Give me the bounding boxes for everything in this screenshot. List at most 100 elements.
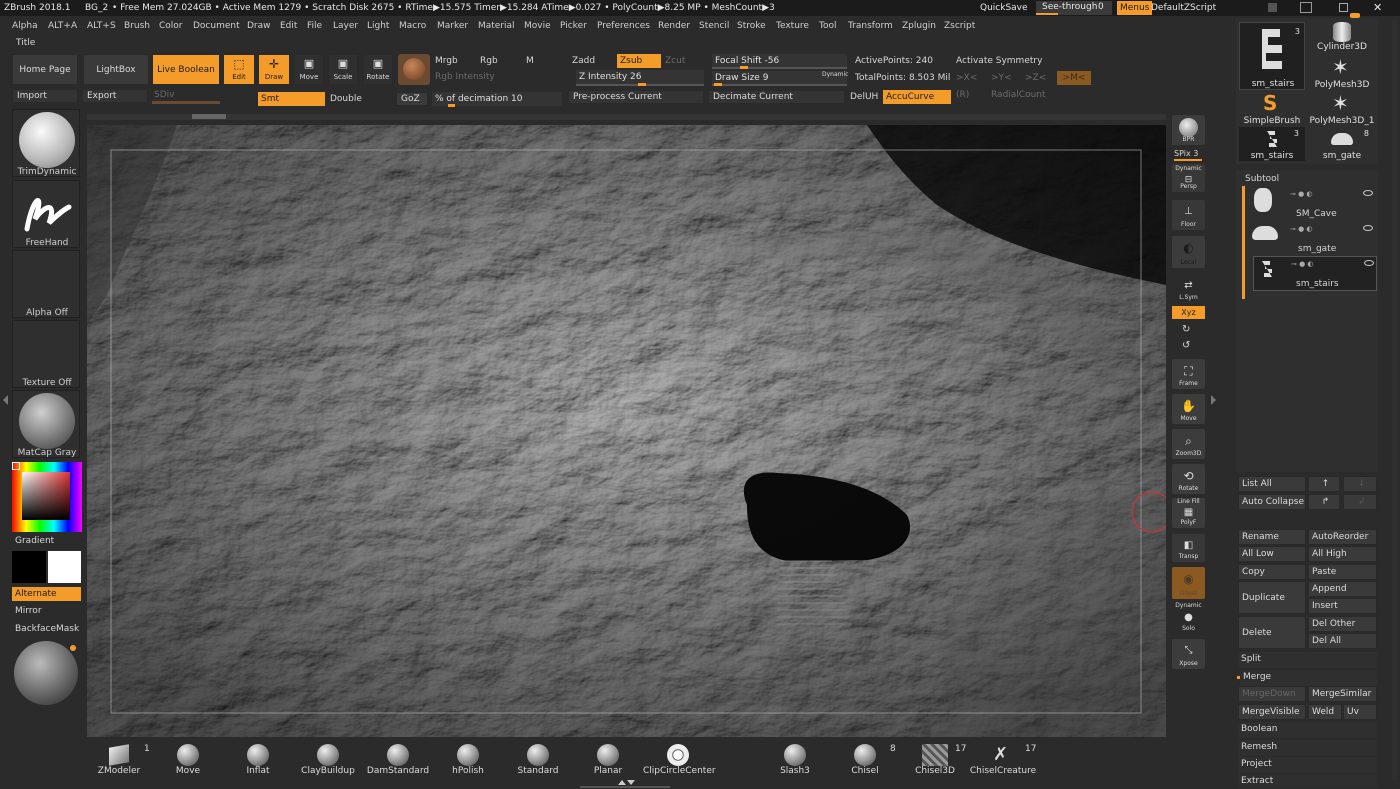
brush-chisel[interactable]: 8 Chisel <box>830 742 900 782</box>
lightbox-button[interactable]: LightBox <box>83 54 149 85</box>
palette-icon[interactable] <box>1300 2 1312 13</box>
menu-file[interactable]: File <box>307 18 322 35</box>
mrgb-button[interactable]: Mrgb <box>435 56 458 66</box>
copy-button[interactable]: Copy <box>1238 564 1306 580</box>
transp-button[interactable]: ◧ Transp <box>1172 534 1205 562</box>
home-page-button[interactable]: Home Page <box>12 54 78 85</box>
delete-button[interactable]: Delete <box>1238 616 1306 649</box>
smt-toggle[interactable]: Smt <box>258 92 325 106</box>
local-button[interactable]: ◐ Local <box>1172 236 1205 268</box>
shelf-down-arrow-icon[interactable] <box>627 780 635 785</box>
menu-transform[interactable]: Transform <box>848 18 893 35</box>
tool-sm-gate[interactable]: 8 sm_gate <box>1309 127 1375 161</box>
menu-alpha[interactable]: Alpha <box>12 18 38 35</box>
tool-sm-stairs[interactable]: 3 sm_stairs <box>1239 22 1305 90</box>
sym-x-button[interactable]: >X< <box>956 73 977 83</box>
rotate-y-icon[interactable]: ↻ <box>1182 324 1190 335</box>
tool-polymesh3d-1[interactable]: ✶ PolyMesh3D_1 <box>1309 92 1375 126</box>
eye-icon[interactable] <box>1363 190 1373 196</box>
brush-slash3[interactable]: Slash3 <box>760 742 830 782</box>
spix-slider[interactable]: SPix 3 <box>1174 149 1198 158</box>
menu-tool[interactable]: Tool <box>819 18 836 35</box>
menu-marker[interactable]: Marker <box>437 18 468 35</box>
right-tray-arrow-icon[interactable] <box>1211 395 1216 405</box>
autoreorder-button[interactable]: AutoReorder <box>1308 529 1377 545</box>
subtool-row[interactable]: ⊸ ● ◐ sm_gate <box>1250 221 1377 257</box>
goz-button[interactable]: GoZ <box>396 92 428 106</box>
menu-picker[interactable]: Picker <box>560 18 587 35</box>
brush-chisel3d[interactable]: 17 Chisel3D <box>900 742 970 782</box>
tool-sm-stairs-2[interactable]: 3 sm_stairs <box>1239 127 1305 161</box>
duplicate-button[interactable]: Duplicate <box>1238 581 1306 614</box>
subtool-row-icons[interactable]: ⊸ ● ◐ <box>1290 225 1313 233</box>
merge-section[interactable]: Merge <box>1240 670 1377 686</box>
alternate-toggle[interactable]: Alternate <box>12 587 81 601</box>
zoom3d-button[interactable]: ⌕ Zoom3D <box>1172 429 1205 459</box>
sdiv-slider[interactable]: SDiv <box>154 90 174 100</box>
all-high-button[interactable]: All High <box>1308 546 1377 562</box>
backface-mask-toggle[interactable]: BackfaceMask <box>15 624 79 634</box>
zadd-button[interactable]: Zadd <box>572 56 595 66</box>
rotate-z-icon[interactable]: ↺ <box>1182 340 1190 351</box>
menu-stencil[interactable]: Stencil <box>699 18 729 35</box>
menu-light[interactable]: Light <box>367 18 389 35</box>
move-mode-button[interactable]: ▣ Move <box>294 54 324 85</box>
xyz-button[interactable]: Xyz <box>1172 306 1205 319</box>
focal-shift-slider[interactable]: Focal Shift -56 <box>712 54 847 68</box>
material-selector[interactable]: MatCap Gray <box>12 390 80 458</box>
tool-cylinder3d[interactable]: Cylinder3D <box>1309 18 1375 52</box>
sym-m-button[interactable]: >M< <box>1057 71 1091 85</box>
subtool-title[interactable]: Subtool <box>1245 174 1279 184</box>
sym-z-button[interactable]: >Z< <box>1025 73 1046 83</box>
menu-draw[interactable]: Draw <box>247 18 271 35</box>
eye-icon[interactable] <box>1363 225 1373 231</box>
brush-clipcirclecenter[interactable]: ClipCircleCenter <box>643 742 716 782</box>
draw-mode-button[interactable]: ✛ Draw <box>258 54 290 85</box>
tool-polymesh3d[interactable]: ✶ PolyMesh3D <box>1309 56 1375 90</box>
all-low-button[interactable]: All Low <box>1238 546 1306 562</box>
main-color-swatch[interactable] <box>48 551 81 583</box>
subtool-row-icons[interactable]: ⊸ ● ◐ <box>1291 260 1314 268</box>
arrow-right-up-icon[interactable]: ↱ <box>1308 494 1340 510</box>
paste-button[interactable]: Paste <box>1308 564 1377 580</box>
canvas-viewport[interactable] <box>87 125 1166 737</box>
bpr-button[interactable]: BPR <box>1172 115 1205 145</box>
dynamic-toggle[interactable]: Dynamic <box>822 71 848 78</box>
insert-button[interactable]: Insert <box>1308 598 1377 614</box>
brush-selector[interactable]: TrimDynamic <box>12 109 80 177</box>
tool-simplebrush[interactable]: S SimpleBrush <box>1239 92 1305 126</box>
m-button[interactable]: M <box>526 56 534 66</box>
menu-document[interactable]: Document <box>193 18 240 35</box>
frame-button[interactable]: ⛶ Frame <box>1172 359 1205 389</box>
boolean-section[interactable]: Boolean <box>1238 722 1377 738</box>
merge-visible-button[interactable]: MergeVisible <box>1238 704 1306 720</box>
xpose-button[interactable]: ⤡ Xpose <box>1172 639 1205 669</box>
menu-zplugin[interactable]: Zplugin <box>902 18 936 35</box>
sym-y-button[interactable]: >Y< <box>991 73 1012 83</box>
del-other-button[interactable]: Del Other <box>1308 616 1377 632</box>
menu-alt-a[interactable]: ALT+A <box>48 18 77 35</box>
split-section[interactable]: Split <box>1238 652 1377 668</box>
stroke-selector[interactable]: FreeHand <box>12 180 80 248</box>
subtool-row[interactable]: ⊸ ● ◐ SM_Cave <box>1250 186 1377 222</box>
export-button[interactable]: Export <box>82 89 148 103</box>
uv-toggle[interactable]: Uv <box>1343 704 1377 720</box>
subtool-row-selected[interactable]: ⊸ ● ◐ sm_stairs <box>1253 256 1377 291</box>
zcut-button[interactable]: Zcut <box>665 56 685 66</box>
scale-mode-button[interactable]: ▣ Scale <box>328 54 358 85</box>
del-all-button[interactable]: Del All <box>1308 633 1377 649</box>
menu-zscript[interactable]: Zscript <box>944 18 975 35</box>
brush-claybuildup[interactable]: ClayBuildup <box>293 742 363 782</box>
edit-mode-button[interactable]: ⬚ Edit <box>223 54 255 85</box>
z-intensity-slider[interactable]: Z Intensity 26 <box>576 70 704 84</box>
maximize-icon[interactable] <box>1339 3 1348 12</box>
color-picker[interactable] <box>12 462 82 532</box>
arrow-left-down-icon[interactable]: ↲ <box>1343 494 1377 510</box>
mirror-button[interactable]: Mirror <box>15 606 42 616</box>
gradient-toggle[interactable]: Gradient <box>15 536 54 546</box>
decimate-current-button[interactable]: Decimate Current <box>708 90 845 104</box>
append-button[interactable]: Append <box>1308 581 1377 597</box>
menu-movie[interactable]: Movie <box>524 18 551 35</box>
left-tray-arrow-icon[interactable] <box>3 395 8 405</box>
merge-down-button[interactable]: MergeDown <box>1238 686 1306 702</box>
